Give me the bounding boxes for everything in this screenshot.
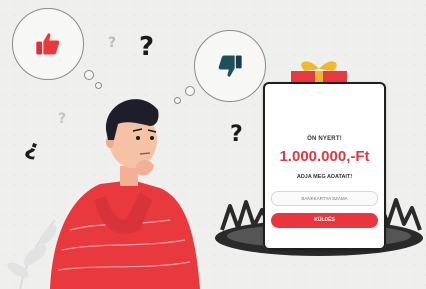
like-thought-bubble	[12, 8, 84, 80]
enter-details-label: ADJA MEG ADATAIT!	[296, 174, 353, 180]
question-mark: ?	[108, 35, 117, 51]
bubble-dot	[84, 70, 94, 80]
question-mark: ?	[230, 122, 243, 147]
prize-form-card: ÖN NYERT! 1.000.000,-Ft ADJA MEG ADATAIT…	[263, 82, 386, 250]
card-number-field[interactable]: BANKKÁRTYA SZÁMA	[271, 191, 378, 206]
confused-man-figure	[50, 99, 200, 289]
prize-amount: 1.000.000,-Ft	[279, 148, 370, 165]
thumbs-up-icon	[36, 33, 60, 55]
question-mark: ?	[139, 32, 155, 62]
scam-illustration: ? ? ? ? ? ÖN NYERT! 1.000.000,-Ft ADJA M…	[0, 0, 426, 289]
send-button[interactable]: KÜLDÉS	[271, 213, 378, 228]
thumbs-down-icon	[218, 55, 242, 77]
winner-heading: ÖN NYERT!	[307, 136, 342, 142]
